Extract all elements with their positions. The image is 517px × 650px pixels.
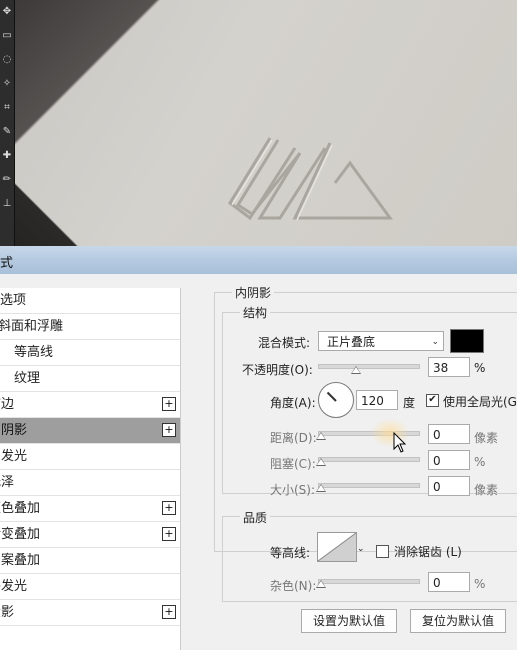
make-default-button[interactable]: 设置为默认值: [301, 609, 397, 633]
brush-tool-icon[interactable]: ✏: [0, 168, 14, 192]
choke-unit: %: [474, 455, 486, 469]
reset-default-button[interactable]: 复位为默认值: [410, 609, 506, 633]
contour-label: 等高线:: [270, 546, 311, 560]
blend-mode-value: 正片叠底: [327, 335, 376, 349]
contour-chevron-down-icon[interactable]: ⌄: [357, 544, 365, 554]
global-light-label: 使用全局光(G: [443, 395, 517, 409]
size-slider-thumb[interactable]: [316, 484, 326, 492]
shadow-color-swatch[interactable]: [450, 329, 484, 353]
style-item-label: 渐变叠加: [0, 527, 41, 542]
noise-input[interactable]: 0: [428, 572, 470, 592]
style-item-outer-glow[interactable]: 外发光: [0, 574, 180, 600]
styles-list: 选项 斜面和浮雕 等高线 纹理 描边 + 内阴影 + 内发光 光泽 颜色叠加 +: [0, 288, 181, 650]
distance-slider-thumb[interactable]: [316, 432, 326, 440]
add-stroke-icon[interactable]: +: [162, 397, 176, 411]
size-label: 大小(S):: [270, 483, 316, 497]
choke-slider[interactable]: [318, 457, 420, 462]
angle-input[interactable]: 120: [356, 390, 398, 410]
inner-shadow-title: 内阴影: [232, 284, 275, 301]
healing-tool-icon[interactable]: ✚: [0, 144, 14, 168]
contour-picker[interactable]: [317, 532, 357, 562]
opacity-input[interactable]: 38: [428, 357, 470, 377]
angle-dial[interactable]: [318, 382, 354, 418]
mouse-cursor-icon: [393, 432, 407, 453]
style-item-label: 描边: [0, 397, 15, 412]
global-light-checkbox[interactable]: ✔: [426, 394, 439, 407]
quality-group: [222, 516, 517, 602]
chevron-down-icon: ⌄: [431, 337, 439, 347]
style-item-label: 外发光: [0, 579, 28, 594]
style-item-color-overlay[interactable]: 颜色叠加 +: [0, 496, 180, 522]
antialias-checkbox[interactable]: [376, 545, 389, 558]
style-item-label: 图案叠加: [0, 553, 41, 568]
style-item-label: 投影: [0, 605, 15, 620]
move-tool-icon[interactable]: ✥: [0, 0, 14, 24]
angle-unit: 度: [403, 396, 416, 410]
noise-label: 杂色(N):: [270, 579, 317, 593]
add-inner-shadow-icon[interactable]: +: [162, 423, 176, 437]
canvas-paper-edge: [0, 150, 100, 246]
contour-curve-icon: [318, 533, 356, 561]
distance-unit: 像素: [474, 431, 499, 445]
size-unit: 像素: [474, 483, 499, 497]
style-item-contour[interactable]: 等高线: [0, 340, 180, 366]
noise-slider[interactable]: [318, 579, 420, 584]
opacity-label: 不透明度(O):: [242, 363, 313, 377]
style-item-inner-glow[interactable]: 内发光: [0, 444, 180, 470]
style-item-options[interactable]: 选项: [0, 288, 180, 314]
style-item-stroke[interactable]: 描边 +: [0, 392, 180, 418]
tools-panel: ✥ ▭ ◌ ✧ ⌗ ✎ ✚ ✏ ⊥: [0, 0, 15, 246]
style-item-inner-shadow[interactable]: 内阴影 +: [0, 418, 180, 444]
style-item-label: 纹理: [14, 371, 41, 386]
add-color-overlay-icon[interactable]: +: [162, 501, 176, 515]
lasso-tool-icon[interactable]: ◌: [0, 48, 14, 72]
size-input[interactable]: 0: [428, 476, 470, 496]
embossed-logo: [228, 137, 393, 221]
dialog-titlebar[interactable]: 式: [0, 246, 517, 274]
style-item-texture[interactable]: 纹理: [0, 366, 180, 392]
quality-title: 品质: [240, 509, 271, 526]
opacity-unit: %: [474, 361, 486, 375]
add-drop-shadow-icon[interactable]: +: [162, 605, 176, 619]
marquee-tool-icon[interactable]: ▭: [0, 24, 14, 48]
style-item-label: 内发光: [0, 449, 28, 464]
angle-label: 角度(A):: [270, 396, 316, 410]
magic-wand-tool-icon[interactable]: ✧: [0, 72, 14, 96]
size-slider[interactable]: [318, 483, 420, 488]
document-canvas: ✥ ▭ ◌ ✧ ⌗ ✎ ✚ ✏ ⊥: [0, 0, 517, 246]
stamp-tool-icon[interactable]: ⊥: [0, 192, 14, 216]
choke-input[interactable]: 0: [428, 450, 470, 470]
crop-tool-icon[interactable]: ⌗: [0, 96, 14, 120]
style-item-bevel-emboss[interactable]: 斜面和浮雕: [0, 314, 180, 340]
style-item-label: 光泽: [0, 475, 15, 490]
blend-mode-label: 混合模式:: [258, 336, 311, 350]
noise-slider-thumb[interactable]: [316, 580, 326, 588]
blend-mode-select[interactable]: 正片叠底 ⌄: [318, 331, 444, 351]
add-gradient-overlay-icon[interactable]: +: [162, 527, 176, 541]
check-icon: ✔: [428, 394, 437, 405]
distance-input[interactable]: 0: [428, 424, 470, 444]
style-item-label: 等高线: [14, 345, 54, 360]
style-item-label: 颜色叠加: [0, 501, 41, 516]
antialias-label: 消除锯齿 (L): [394, 545, 462, 559]
style-item-label: 内阴影: [0, 423, 28, 438]
style-item-drop-shadow[interactable]: 投影 +: [0, 600, 180, 626]
distance-label: 距离(D):: [270, 431, 317, 445]
style-item-pattern-overlay[interactable]: 图案叠加: [0, 548, 180, 574]
dialog-title: 式: [0, 256, 14, 271]
choke-slider-thumb[interactable]: [316, 458, 326, 466]
style-item-satin[interactable]: 光泽: [0, 470, 180, 496]
opacity-slider[interactable]: [318, 364, 420, 369]
style-item-label: 斜面和浮雕: [0, 319, 64, 334]
style-item-label: 选项: [0, 293, 27, 308]
noise-unit: %: [474, 577, 486, 591]
style-item-gradient-overlay[interactable]: 渐变叠加 +: [0, 522, 180, 548]
opacity-slider-thumb[interactable]: [351, 366, 361, 374]
eyedropper-tool-icon[interactable]: ✎: [0, 120, 14, 144]
choke-label: 阻塞(C):: [270, 457, 316, 471]
structure-title: 结构: [240, 304, 271, 321]
angle-needle: [326, 391, 337, 402]
